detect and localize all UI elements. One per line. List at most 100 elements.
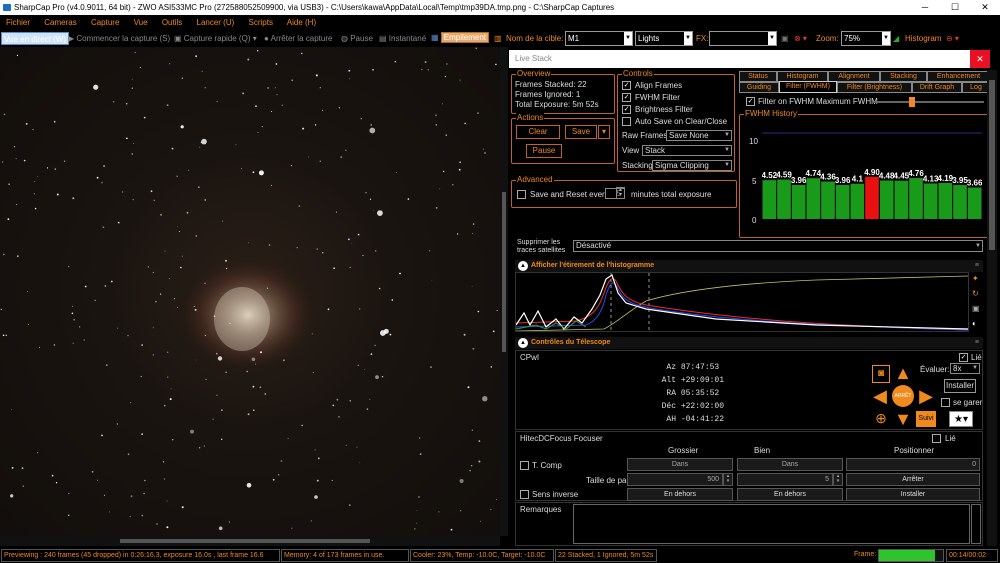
histogram-section-header[interactable]: ▲ Afficher l'étirement de l'histogramme … [515,260,983,272]
contrast-icon[interactable]: ◐ [972,319,977,328]
stacking-button[interactable]: ▦ Empilement [431,31,490,44]
save-dropdown-icon[interactable]: ▾ [598,125,610,139]
start-capture-button[interactable]: ▶ Commencer la capture (S) [68,32,170,45]
minimize-button[interactable]: ─ [910,0,940,15]
tab-guiding[interactable]: Guiding [739,82,779,93]
collapse-icon[interactable]: ▲ [518,261,528,271]
tab-stacking[interactable]: Stacking [880,71,927,82]
magnifier-icon[interactable]: ⊖ ▾ [946,32,959,45]
tab-status[interactable]: Status [739,71,777,82]
spinner-icon[interactable]: ▴ ▾ [616,187,625,199]
brightness-filter-checkbox[interactable]: ✓ [622,105,631,114]
slider-thumb[interactable] [909,97,915,107]
menu-cameras[interactable]: Cameras [44,18,76,27]
view-select[interactable]: Stack ▼ [642,145,732,156]
focuser-connected-checkbox[interactable] [932,434,941,443]
save-icon[interactable]: ▣ [972,304,980,313]
star [0,308,2,310]
flame-icon[interactable]: ✦ [972,274,979,283]
arrow-down-icon[interactable]: ▼ [893,409,913,429]
arrow-right-icon[interactable]: ▶ [916,386,936,406]
spiral-icon[interactable]: ◙ [872,365,890,383]
fx-select[interactable]: ▼ [709,31,777,46]
pause-button[interactable]: ◍ Pause [341,32,373,45]
reverse-checkbox[interactable] [520,490,529,499]
mount-setup-button[interactable]: Installer [944,379,976,393]
scrollbar-thumb[interactable] [120,539,370,543]
position-input[interactable]: 0 [846,458,980,471]
scrollbar-thumb[interactable] [989,80,995,250]
focuser-stop-button[interactable]: Arrêter [846,473,980,486]
stop-button[interactable]: ARRÊT [892,385,914,407]
fwhm-filter-checkbox[interactable]: ✓ [622,93,631,102]
align-frames-checkbox[interactable]: ✓ [622,81,631,90]
crosshair-icon[interactable]: ⊕ [872,409,890,427]
quick-capture-button[interactable]: ▣ Capture rapide (Q) ▾ [174,32,257,45]
tab-log[interactable]: Log [962,82,990,93]
maximize-button[interactable]: ☐ [940,0,970,15]
tab-drift-graph[interactable]: Drift Graph [912,82,962,93]
panel-scrollbar[interactable] [987,70,997,546]
stacking-select[interactable]: Sigma Clipping ▼ [652,160,732,171]
focuser-setup-button[interactable]: Installer [846,488,980,501]
menu-lancer[interactable]: Lancer (U) [197,18,235,27]
live-stack-close-button[interactable]: ✕ [970,50,990,68]
menu-icon[interactable]: ≡ [975,260,979,272]
mount-connected-checkbox[interactable]: ✓ [959,353,968,362]
tab-filter-brightness[interactable]: Filter (Brightness) [837,82,912,93]
image-viewport[interactable] [0,47,500,536]
menu-outils[interactable]: Outils [162,18,182,27]
menu-vue[interactable]: Vue [134,18,148,27]
fine-out-button[interactable]: En dehors [737,488,843,501]
target-name-input[interactable]: M1 ▼ [565,31,633,46]
max-fwhm-slider[interactable] [874,97,984,107]
refresh-icon[interactable]: ↻ [972,289,979,298]
save-reset-checkbox[interactable] [517,190,526,199]
spinner-icon[interactable]: ▴ ▾ [723,473,733,486]
menu-aide[interactable]: Aide (H) [287,18,316,27]
park-checkbox[interactable] [941,398,950,407]
histogram-plot[interactable] [515,272,969,332]
pause-stack-button[interactable]: Pause [526,144,562,158]
track-button[interactable]: Suivi [916,411,936,427]
reticle-icon[interactable]: ⊗ ▾ [794,32,807,45]
image-scrollbar-horizontal[interactable] [0,536,500,546]
scrollbar-thumb[interactable] [502,192,506,352]
save-button[interactable]: Save [565,125,597,139]
coarse-out-button[interactable]: En dehors [627,488,733,501]
remarks-textarea[interactable] [573,504,970,544]
collapse-icon[interactable]: ▲ [518,338,528,348]
frame-type-select[interactable]: Lights ▼ [635,31,693,46]
arrow-up-icon[interactable]: ▲ [893,363,913,383]
raw-frames-select[interactable]: Save None ▼ [666,130,732,141]
temp-comp-checkbox[interactable] [520,461,529,470]
fine-in-button[interactable]: Dans [737,458,843,471]
star-icon[interactable]: ★▾ [949,411,973,427]
coarse-in-button[interactable]: Dans [627,458,733,471]
fine-step-input[interactable]: 5 [737,473,833,486]
satellite-select[interactable]: Désactivé ▼ [573,240,983,252]
menu-capture[interactable]: Capture [91,18,119,27]
tab-enhancement[interactable]: Enhancement [927,71,990,82]
menu-icon[interactable]: ≡ [975,337,979,349]
rate-select[interactable]: 8x ▼ [950,363,980,374]
image-scrollbar-vertical[interactable] [500,47,508,536]
autosave-checkbox[interactable] [622,117,631,126]
telescope-section-header[interactable]: ▲ Contrôles du Télescope ≡ [515,337,983,349]
menu-fichier[interactable]: Fichier [6,18,30,27]
clear-button[interactable]: Clear [516,125,560,139]
stop-capture-button[interactable]: ● Arrêter la capture [264,32,332,45]
tab-filter-fwhm[interactable]: Filter (FWHM) [779,81,837,93]
zoom-select[interactable]: 75% ▼ [841,31,891,46]
snapshot-button[interactable]: ▤ Instantané [379,32,426,45]
menu-scripts[interactable]: Scripts [249,18,273,27]
coarse-step-input[interactable]: 500 [627,473,723,486]
live-view-button[interactable]: Vue en direct (W) [1,32,69,45]
settings-icon[interactable]: ▣ [781,32,789,45]
histogram-button[interactable]: Histogram [905,32,941,45]
spinner-icon[interactable]: ▴ ▾ [833,473,843,486]
close-button[interactable]: ✕ [970,0,1000,15]
arrow-left-icon[interactable]: ◀ [870,386,890,406]
remarks-scrollbar[interactable] [971,504,981,544]
filter-on-fwhm-checkbox[interactable]: ✓ [746,97,755,106]
